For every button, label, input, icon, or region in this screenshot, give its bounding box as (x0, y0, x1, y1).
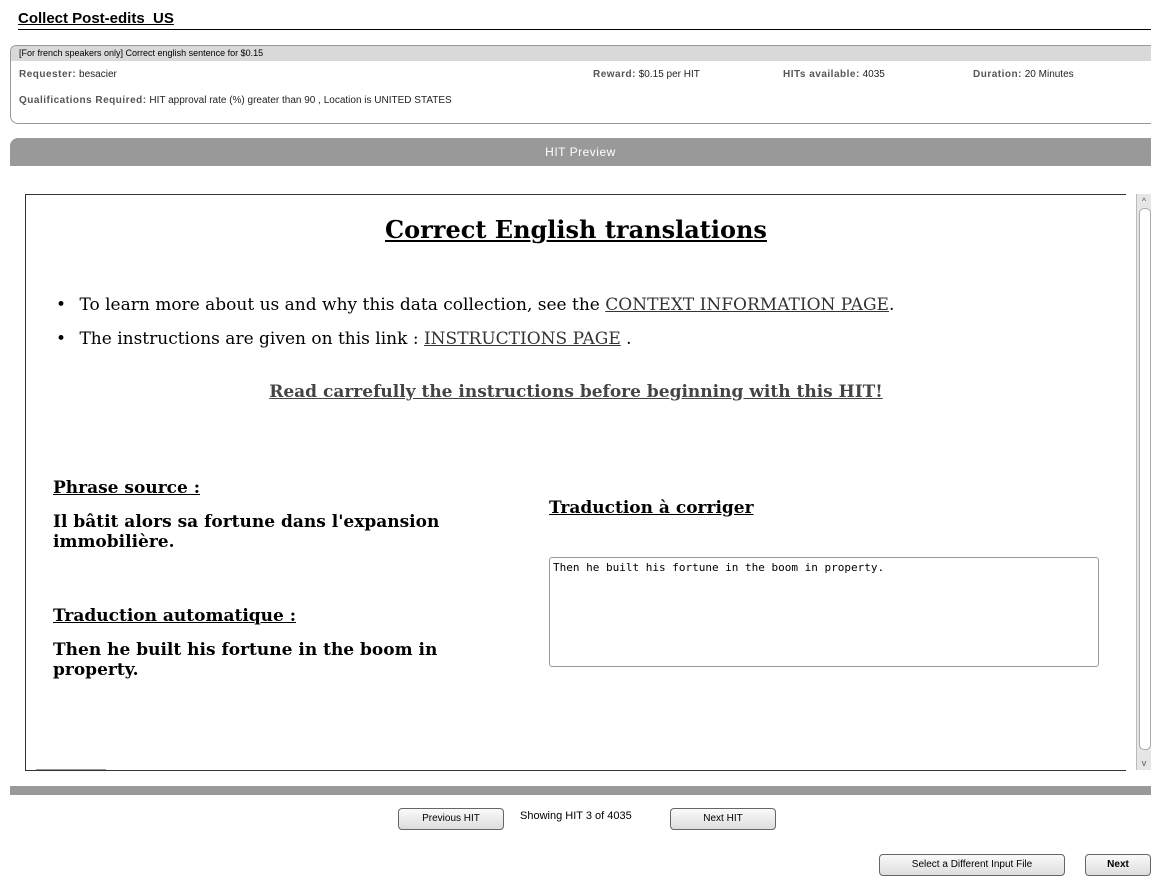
bullet2-end: . (620, 329, 632, 349)
duration-value: 20 Minutes (1024, 69, 1074, 80)
hits-available-label: HITs available: (783, 69, 860, 80)
qualifications-row: Qualifications Required: HIT approval ra… (19, 95, 452, 106)
correction-label: Traduction à corriger (549, 498, 754, 518)
requester-label: Requester: (19, 69, 77, 80)
title-divider (18, 29, 1151, 30)
list-item: To learn more about us and why this data… (56, 295, 894, 315)
reward-label: Reward: (593, 69, 636, 80)
duration-row: Duration: 20 Minutes (973, 69, 1074, 80)
correction-column: Traduction à corriger (549, 498, 1109, 532)
requester-value: besacier (79, 69, 117, 80)
source-text: Il bâtit alors sa fortune dans l'expansi… (53, 512, 440, 552)
auto-translation-label: Traduction automatique : (53, 606, 297, 626)
info-list: To learn more about us and why this data… (56, 295, 894, 363)
hit-position-status: Showing HIT 3 of 4035 (520, 810, 632, 822)
hit-preview-panel: Correct English translations To learn mo… (10, 166, 1151, 786)
auto-translation-text: Then he built his fortune in the boom in… (53, 640, 438, 680)
hits-available-row: HITs available: 4035 (783, 69, 885, 80)
source-label: Phrase source : (53, 478, 201, 498)
duration-label: Duration: (973, 69, 1022, 80)
footer-divider (36, 769, 106, 770)
select-input-file-button[interactable]: Select a Different Input File (879, 854, 1065, 876)
context-info-link[interactable]: CONTEXT INFORMATION PAGE (605, 295, 889, 315)
bullet1-text: To learn more about us and why this data… (79, 295, 606, 315)
hit-frame: Correct English translations To learn mo… (25, 194, 1126, 771)
warning-text: Read carrefully the instructions before … (269, 382, 883, 402)
reward-row: Reward: $0.15 per HIT (593, 69, 700, 80)
preview-scrollbar[interactable]: ^ v (1136, 194, 1151, 770)
qualifications-value: HIT approval rate (%) greater than 90 , … (149, 95, 452, 106)
instructions-link[interactable]: INSTRUCTIONS PAGE (424, 329, 621, 349)
scroll-thumb[interactable] (1139, 208, 1151, 750)
page-title: Collect Post-edits_US (18, 10, 174, 27)
preview-bottom-bar (10, 786, 1151, 795)
hit-info-title: [For french speakers only] Correct engli… (11, 46, 1151, 61)
next-button[interactable]: Next (1085, 854, 1151, 876)
scroll-down-icon[interactable]: v (1138, 757, 1150, 769)
hit-preview-bar: HIT Preview (10, 138, 1151, 166)
scroll-up-icon[interactable]: ^ (1138, 195, 1150, 207)
bullet1-end: . (888, 295, 895, 315)
bullet2-text: The instructions are given on this link … (79, 329, 424, 349)
list-item: The instructions are given on this link … (56, 329, 894, 349)
post-edit-textarea[interactable]: Then he built his fortune in the boom in… (549, 557, 1099, 667)
reward-value: $0.15 per HIT (638, 69, 700, 80)
hits-available-value: 4035 (862, 69, 885, 80)
source-column: Phrase source : Il bâtit alors sa fortun… (53, 478, 493, 680)
hit-info-box: [For french speakers only] Correct engli… (10, 45, 1151, 124)
previous-hit-button[interactable]: Previous HIT (398, 808, 504, 830)
requester-row: Requester: besacier (19, 69, 117, 80)
qualifications-label: Qualifications Required: (19, 95, 147, 106)
hit-heading: Correct English translations (385, 215, 767, 244)
next-hit-button[interactable]: Next HIT (670, 808, 776, 830)
